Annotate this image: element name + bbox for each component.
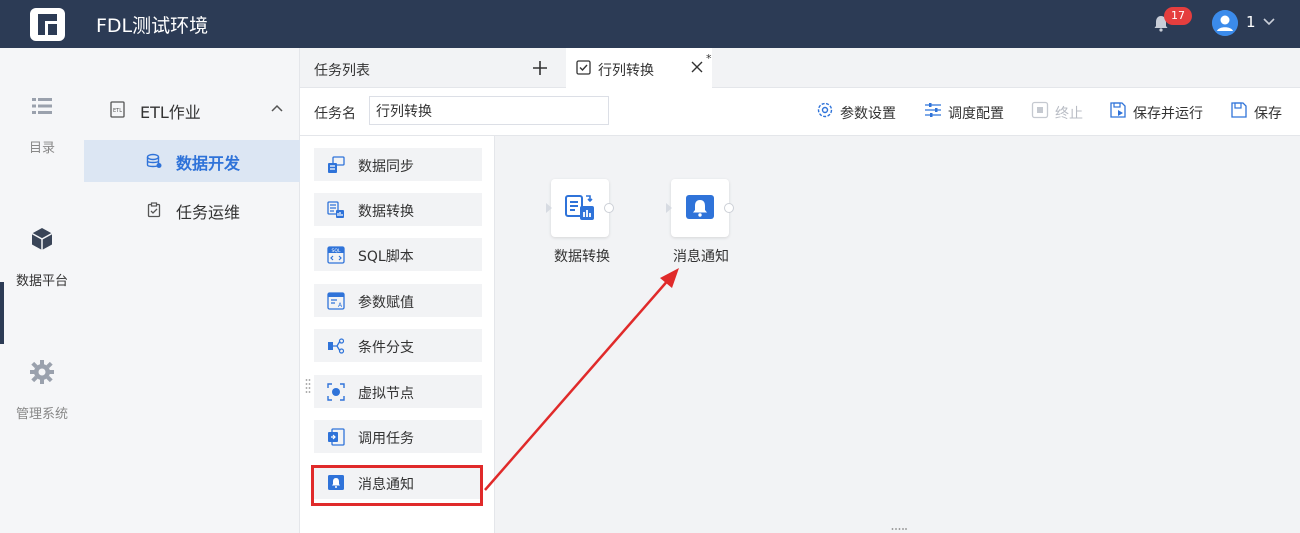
stop-icon bbox=[1031, 101, 1049, 119]
palette-item-virtual-node[interactable]: 虚拟节点 bbox=[314, 375, 482, 408]
canvas-node-label: 数据转换 bbox=[554, 249, 610, 265]
sql-script-icon: SQL bbox=[327, 246, 345, 264]
params-settings-label: 参数设置 bbox=[840, 106, 896, 122]
rail-item-catalog[interactable]: 目录 bbox=[0, 93, 84, 156]
canvas-resize-grip-icon[interactable] bbox=[891, 527, 907, 531]
rail-label-data-platform: 数据平台 bbox=[15, 274, 68, 289]
subnav-item-label: 任务运维 bbox=[176, 203, 241, 222]
stop-label: 终止 bbox=[1055, 106, 1083, 122]
task-name-input[interactable] bbox=[369, 96, 609, 125]
stop-button[interactable]: 终止 bbox=[1031, 101, 1087, 123]
schedule-config-label: 调度配置 bbox=[948, 106, 1004, 122]
chevron-down-icon[interactable] bbox=[1262, 14, 1276, 28]
task-toolbar: 任务名 参数设置 调度配置 终止 保存并运行 bbox=[300, 88, 1300, 136]
database-icon bbox=[146, 153, 162, 168]
palette-item-label: SQL脚本 bbox=[358, 249, 414, 265]
canvas-node-data-transform[interactable] bbox=[546, 179, 614, 237]
top-bar: FDL测试环境 17 1 bbox=[0, 0, 1300, 48]
subnav-item-label: 数据开发 bbox=[176, 154, 241, 173]
save-icon bbox=[1231, 102, 1247, 118]
node-input-port[interactable] bbox=[666, 203, 672, 213]
node-input-port[interactable] bbox=[546, 203, 552, 213]
palette-item-sql-script[interactable]: SQL SQL脚本 bbox=[314, 238, 482, 271]
node-output-port[interactable] bbox=[604, 203, 614, 213]
canvas-node-label: 消息通知 bbox=[673, 249, 729, 265]
palette-item-label: 数据转换 bbox=[358, 204, 414, 220]
tab-bar: 任务列表 行列转换 * bbox=[300, 48, 1300, 88]
user-name[interactable]: 1 bbox=[1246, 13, 1256, 31]
virtual-node-icon bbox=[327, 383, 345, 401]
notification-badge: 17 bbox=[1164, 7, 1192, 25]
rail-item-admin[interactable]: 管理系统 bbox=[0, 359, 84, 422]
svg-text:A: A bbox=[338, 302, 343, 309]
gear-icon bbox=[30, 360, 54, 384]
check-square-icon bbox=[576, 60, 591, 75]
cube-icon bbox=[31, 228, 53, 250]
palette-item-data-sync[interactable]: 数据同步 bbox=[314, 148, 482, 181]
message-notify-icon bbox=[686, 195, 714, 219]
chevron-up-icon[interactable] bbox=[270, 102, 284, 116]
data-sync-icon bbox=[328, 156, 345, 173]
subnav-item-data-dev[interactable]: 数据开发 bbox=[84, 140, 300, 182]
save-and-run-label: 保存并运行 bbox=[1133, 106, 1203, 122]
task-name-label: 任务名 bbox=[314, 106, 356, 122]
rail-active-indicator bbox=[0, 282, 4, 344]
palette-item-data-transform[interactable]: 数据转换 bbox=[314, 193, 482, 226]
data-transform-icon bbox=[565, 195, 594, 220]
save-label: 保存 bbox=[1254, 106, 1282, 122]
subnav-group-label: ETL作业 bbox=[140, 103, 201, 122]
close-icon[interactable] bbox=[690, 60, 704, 74]
call-task-icon bbox=[328, 428, 345, 446]
plus-icon[interactable] bbox=[532, 60, 548, 76]
save-button[interactable]: 保存 bbox=[1230, 101, 1286, 123]
palette-item-label: 虚拟节点 bbox=[358, 386, 414, 402]
workflow-canvas[interactable]: 数据转换 消息通知 bbox=[495, 136, 1300, 533]
save-and-run-button[interactable]: 保存并运行 bbox=[1109, 101, 1209, 123]
subnav-item-task-ops[interactable]: 任务运维 bbox=[84, 189, 300, 231]
tab-task-list-label: 任务列表 bbox=[314, 63, 370, 79]
palette-item-param-assign[interactable]: A 参数赋值 bbox=[314, 284, 482, 317]
data-transform-icon bbox=[327, 201, 344, 218]
svg-text:ETL: ETL bbox=[113, 108, 122, 114]
schedule-config-button[interactable]: 调度配置 bbox=[924, 101, 1010, 123]
gear-outline-icon bbox=[817, 102, 833, 118]
resize-handle-icon[interactable] bbox=[305, 378, 311, 394]
tab-active-label: 行列转换 bbox=[598, 63, 654, 79]
subnav-group-etl[interactable]: ETL ETL作业 bbox=[84, 88, 300, 128]
rail-label-admin: 管理系统 bbox=[15, 407, 68, 422]
palette-item-label: 调用任务 bbox=[358, 431, 414, 447]
palette-item-label: 数据同步 bbox=[358, 159, 414, 175]
avatar-icon[interactable] bbox=[1212, 10, 1238, 36]
tab-task-list[interactable]: 任务列表 bbox=[300, 48, 564, 88]
list-icon bbox=[32, 98, 52, 114]
node-output-port[interactable] bbox=[724, 203, 734, 213]
left-rail: 目录 数据平台 管理系统 bbox=[0, 48, 84, 533]
sub-nav: ETL ETL作业 数据开发 任务运维 bbox=[84, 48, 300, 533]
tab-unsaved-mark: * bbox=[706, 52, 712, 65]
condition-branch-icon bbox=[328, 338, 345, 354]
sliders-icon bbox=[925, 103, 941, 117]
palette-item-condition-branch[interactable]: 条件分支 bbox=[314, 329, 482, 362]
fanruan-logo-icon[interactable] bbox=[30, 8, 65, 41]
rail-label-catalog: 目录 bbox=[28, 141, 55, 156]
canvas-node-message-notify[interactable] bbox=[666, 179, 734, 237]
palette-item-label: 条件分支 bbox=[358, 340, 414, 356]
param-assign-icon: A bbox=[327, 292, 345, 310]
palette-item-call-task[interactable]: 调用任务 bbox=[314, 420, 482, 453]
highlight-box bbox=[311, 465, 483, 506]
save-run-icon bbox=[1110, 102, 1126, 118]
palette-item-label: 参数赋值 bbox=[358, 295, 414, 311]
etl-file-icon: ETL bbox=[110, 101, 125, 118]
params-settings-button[interactable]: 参数设置 bbox=[816, 101, 902, 123]
rail-item-data-platform[interactable]: 数据平台 bbox=[0, 226, 84, 289]
clipboard-icon bbox=[147, 202, 161, 218]
app-title: FDL测试环境 bbox=[96, 15, 209, 37]
svg-text:SQL: SQL bbox=[332, 248, 341, 254]
